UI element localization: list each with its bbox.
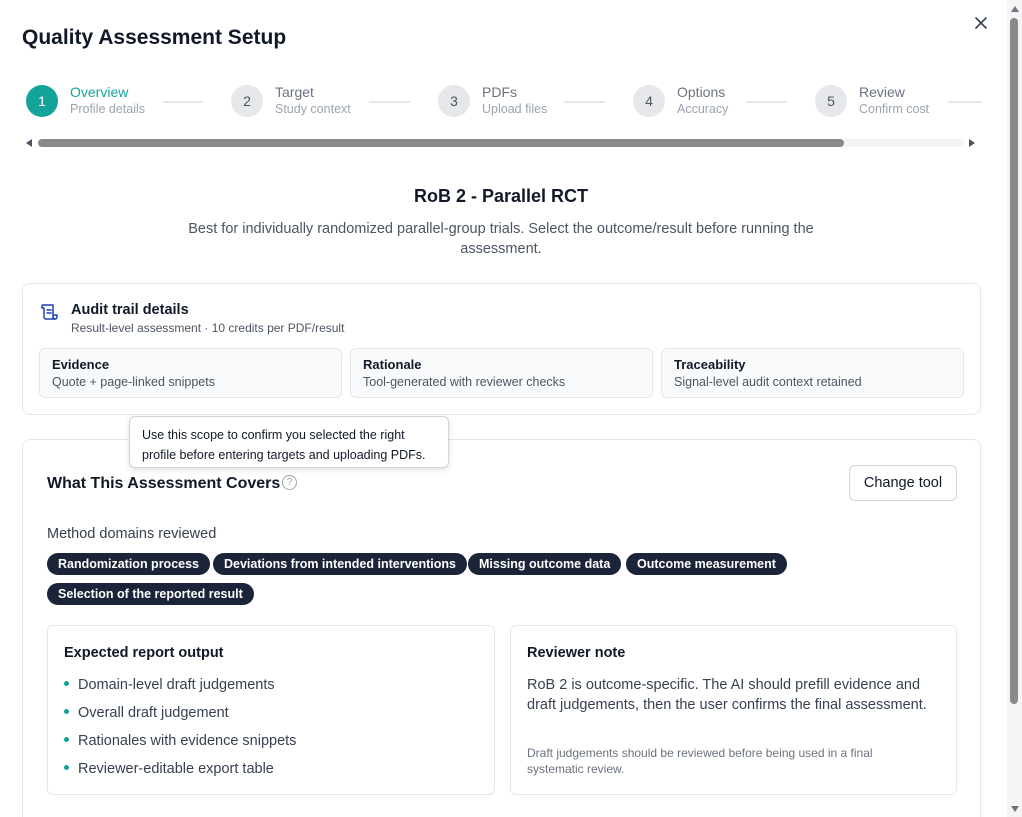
covers-title: What This Assessment Covers bbox=[47, 475, 281, 492]
domain-chip: Missing outcome data bbox=[468, 553, 622, 575]
audit-title: Audit trail details bbox=[71, 302, 189, 318]
domain-chip: Randomization process bbox=[47, 553, 210, 575]
step-sublabel: Study context bbox=[275, 102, 351, 116]
step-overview[interactable]: 1 Overview Profile details bbox=[26, 84, 145, 117]
step-number: 5 bbox=[815, 84, 847, 117]
close-button[interactable] bbox=[970, 12, 992, 34]
scrollbar-thumb[interactable] bbox=[38, 139, 844, 147]
step-connector bbox=[564, 101, 605, 103]
domain-chip: Selection of the reported result bbox=[47, 583, 254, 605]
list-item: Overall draft judgement bbox=[64, 704, 296, 732]
step-label: Review bbox=[859, 84, 905, 100]
step-target[interactable]: 2 Target Study context bbox=[231, 84, 351, 117]
domains-label: Method domains reviewed bbox=[47, 526, 217, 542]
list-item: Domain-level draft judgements bbox=[64, 676, 296, 704]
audit-item-heading: Evidence bbox=[52, 357, 110, 372]
step-label: Options bbox=[677, 84, 726, 100]
scroll-right-arrow-icon[interactable] bbox=[969, 139, 975, 147]
step-label: Target bbox=[275, 84, 314, 100]
audit-item-value: Signal-level audit context retained bbox=[674, 375, 862, 389]
audit-item-rationale: Rationale Tool-generated with reviewer c… bbox=[350, 348, 653, 398]
list-item: Rationales with evidence snippets bbox=[64, 732, 296, 760]
step-number: 2 bbox=[231, 84, 263, 117]
domain-chip: Outcome measurement bbox=[626, 553, 787, 575]
expected-output-list: Domain-level draft judgements Overall dr… bbox=[64, 676, 296, 788]
scrollbar-thumb[interactable] bbox=[1010, 18, 1018, 704]
tool-name: RoB 2 - Parallel RCT bbox=[413, 186, 589, 206]
close-icon[interactable] bbox=[975, 17, 987, 29]
tool-description: Best for individually randomized paralle… bbox=[188, 221, 814, 257]
step-sublabel: Confirm cost bbox=[859, 102, 930, 116]
reviewer-note-title: Reviewer note bbox=[527, 645, 626, 661]
step-sublabel: Profile details bbox=[70, 102, 146, 116]
audit-item-evidence: Evidence Quote + page-linked snippets bbox=[39, 348, 342, 398]
quality-assessment-modal: Quality Assessment Setup 1 Overview Prof… bbox=[0, 0, 1022, 817]
audit-trail-card: Audit trail details Result-level assessm… bbox=[22, 283, 981, 415]
step-label: Overview bbox=[70, 84, 129, 100]
scroll-down-arrow-icon[interactable] bbox=[1011, 806, 1019, 812]
domain-chip: Deviations from intended interventions bbox=[213, 553, 467, 575]
audit-item-value: Tool-generated with reviewer checks bbox=[363, 375, 566, 389]
expected-output-title: Expected report output bbox=[64, 645, 224, 661]
assessment-covers-card: What This Assessment Covers ? Change too… bbox=[22, 439, 981, 817]
step-sublabel: Upload files bbox=[482, 102, 548, 116]
help-tooltip: Use this scope to confirm you selected t… bbox=[129, 416, 449, 468]
step-review[interactable]: 5 Review Confirm cost bbox=[815, 84, 929, 117]
step-number: 1 bbox=[26, 84, 58, 117]
audit-item-heading: Rationale bbox=[363, 357, 422, 372]
scroll-left-arrow-icon[interactable] bbox=[26, 139, 32, 147]
step-number: 3 bbox=[438, 84, 470, 117]
list-item: Reviewer-editable export table bbox=[64, 760, 296, 788]
modal-title: Quality Assessment Setup bbox=[22, 26, 287, 49]
expected-output-card: Expected report output Domain-level draf… bbox=[47, 625, 495, 795]
scroll-icon bbox=[41, 304, 58, 320]
audit-item-traceability: Traceability Signal-level audit context … bbox=[661, 348, 964, 398]
reviewer-note-fineprint: Draft judgements should be reviewed befo… bbox=[527, 746, 873, 776]
scroll-up-arrow-icon[interactable] bbox=[1011, 6, 1019, 12]
audit-subtitle: Result-level assessment · 10 credits per… bbox=[71, 321, 345, 335]
step-sublabel: Accuracy bbox=[677, 102, 729, 116]
audit-item-value: Quote + page-linked snippets bbox=[52, 375, 215, 389]
stepper: 1 Overview Profile details 2 Target Stud… bbox=[26, 84, 986, 124]
step-connector bbox=[369, 101, 410, 103]
stepper-horizontal-scrollbar[interactable] bbox=[22, 136, 980, 150]
step-pdfs[interactable]: 3 PDFs Upload files bbox=[438, 84, 547, 117]
step-number: 4 bbox=[633, 84, 665, 117]
reviewer-note-body: RoB 2 is outcome-specific. The AI should… bbox=[527, 677, 927, 713]
step-connector bbox=[948, 101, 982, 103]
vertical-scrollbar[interactable] bbox=[1007, 0, 1022, 817]
reviewer-note-card: Reviewer note RoB 2 is outcome-specific.… bbox=[510, 625, 957, 795]
step-connector bbox=[163, 101, 203, 103]
change-tool-button[interactable]: Change tool bbox=[849, 465, 957, 501]
step-connector bbox=[746, 101, 787, 103]
step-options[interactable]: 4 Options Accuracy bbox=[633, 84, 728, 117]
step-label: PDFs bbox=[482, 84, 517, 100]
audit-item-heading: Traceability bbox=[674, 357, 746, 372]
question-circle-icon[interactable]: ? bbox=[282, 475, 297, 490]
